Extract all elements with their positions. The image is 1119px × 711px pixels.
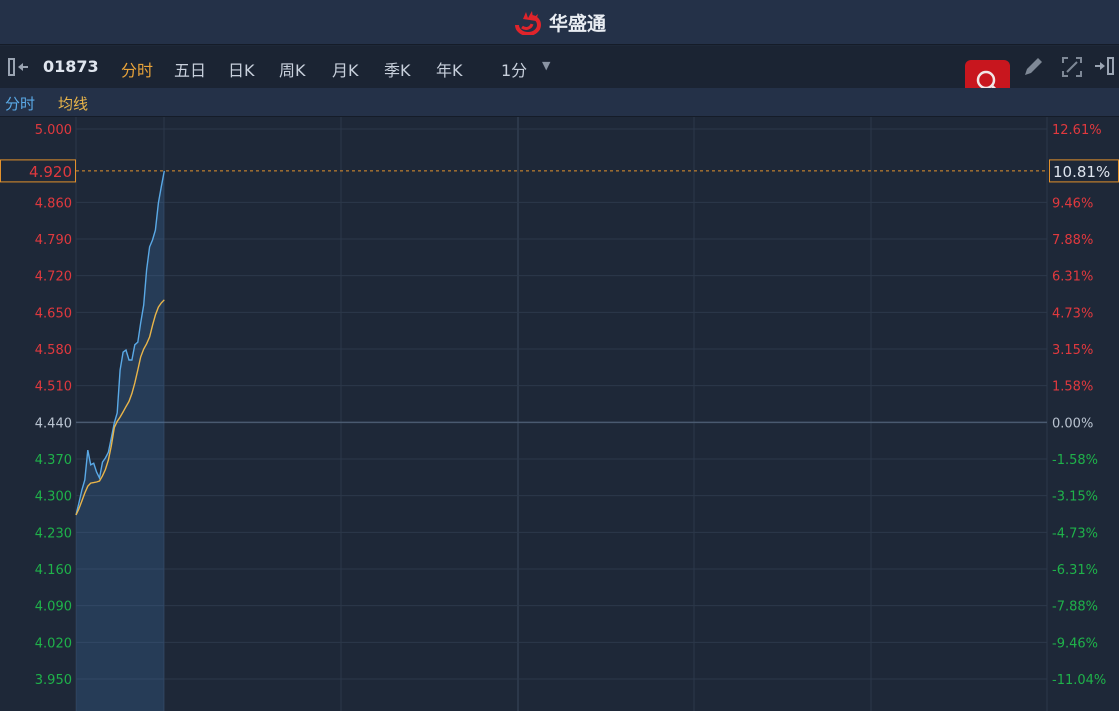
price-tick-label: 4.230	[35, 526, 72, 541]
pct-tick-label: -3.15%	[1052, 490, 1098, 505]
collapse-left-icon[interactable]	[8, 58, 32, 76]
interval-select[interactable]: 1分	[501, 57, 527, 81]
pct-tick-label: 12.61%	[1052, 123, 1102, 138]
pct-tick-label: -11.04%	[1052, 673, 1106, 688]
pct-tick-label: 7.88%	[1052, 233, 1093, 248]
pct-tick-label: -9.46%	[1052, 636, 1098, 651]
price-tick-label: 4.580	[35, 343, 72, 358]
tab-weekly-k[interactable]: 周K	[279, 57, 306, 81]
price-tick-label: 4.020	[35, 636, 72, 651]
pct-tick-label: 9.46%	[1052, 196, 1093, 211]
price-tick-label: 4.860	[35, 196, 72, 211]
price-tick-label: 4.370	[35, 453, 72, 468]
price-tick-label: 4.720	[35, 270, 72, 285]
price-area	[76, 170, 165, 711]
pct-tick-label: -7.88%	[1052, 600, 1098, 615]
toolbar: 01873 分时 五日 日K 周K 月K 季K 年K 1分 ▼	[0, 46, 1119, 88]
price-tick-label: 4.440	[35, 416, 72, 431]
price-tick-label: 5.000	[35, 123, 72, 138]
legend-price-line[interactable]: 分时	[5, 93, 35, 114]
chart-legend: 分时 均线	[0, 88, 1119, 117]
current-price-label: 4.920	[29, 163, 72, 181]
tab-five-day[interactable]: 五日	[174, 57, 206, 81]
logo-icon	[514, 11, 541, 35]
collapse-right-icon[interactable]	[1093, 57, 1117, 75]
legend-avg-line[interactable]: 均线	[58, 93, 88, 114]
chevron-down-icon[interactable]: ▼	[542, 59, 550, 72]
pct-tick-label: 0.00%	[1052, 416, 1093, 431]
price-tick-label: 4.510	[35, 380, 72, 395]
stock-code[interactable]: 01873	[43, 57, 99, 76]
price-tick-label: 4.160	[35, 563, 72, 578]
pencil-icon[interactable]	[1022, 56, 1044, 78]
tab-yearly-k[interactable]: 年K	[436, 57, 463, 81]
price-tick-label: 4.090	[35, 600, 72, 615]
tab-daily-k[interactable]: 日K	[228, 57, 255, 81]
title-bar: 华盛通	[0, 0, 1119, 45]
fullscreen-icon[interactable]	[1061, 56, 1083, 78]
tab-intraday[interactable]: 分时	[121, 57, 153, 81]
pct-tick-label: 1.58%	[1052, 380, 1093, 395]
intraday-chart[interactable]: 5.000 12.61% 4.920 10.81% 4.860 9.46% 4.790 7.8…	[0, 117, 1119, 711]
pct-tick-label: -6.31%	[1052, 563, 1098, 578]
brand-name: 华盛通	[548, 12, 606, 35]
price-tick-label: 4.650	[35, 306, 72, 321]
current-pct-label: 10.81%	[1053, 163, 1110, 181]
pct-tick-label: -4.73%	[1052, 526, 1098, 541]
tab-quarterly-k[interactable]: 季K	[384, 57, 411, 81]
pct-tick-label: 3.15%	[1052, 343, 1093, 358]
pct-tick-label: -1.58%	[1052, 453, 1098, 468]
price-tick-label: 4.790	[35, 233, 72, 248]
pct-tick-label: 6.31%	[1052, 270, 1093, 285]
price-tick-label: 4.300	[35, 490, 72, 505]
price-tick-label: 3.950	[35, 673, 72, 688]
pct-tick-label: 4.73%	[1052, 306, 1093, 321]
tab-monthly-k[interactable]: 月K	[332, 57, 359, 81]
